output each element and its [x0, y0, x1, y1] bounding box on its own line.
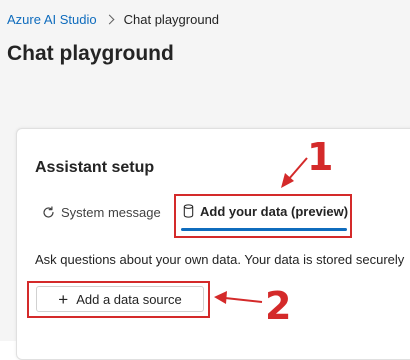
- annotation-highlight-box-1: [174, 194, 352, 238]
- assistant-setup-title: Assistant setup: [35, 159, 155, 176]
- tab-system-message[interactable]: System message: [42, 204, 161, 220]
- annotation-number-2: 2: [265, 284, 292, 328]
- breadcrumb-current: Chat playground: [123, 11, 220, 27]
- annotation-number-1: 1: [307, 135, 334, 179]
- breadcrumb-link-azure-ai-studio[interactable]: Azure AI Studio: [7, 12, 97, 27]
- annotation-highlight-box-2: [27, 281, 210, 318]
- breadcrumb: Azure AI Studio Chat playground: [7, 11, 219, 27]
- tab-label: System message: [61, 204, 161, 220]
- chevron-right-icon: [104, 14, 115, 24]
- sync-icon: [42, 205, 55, 219]
- data-description: Ask questions about your own data. Your …: [35, 252, 405, 267]
- page-title: Chat playground: [7, 42, 174, 65]
